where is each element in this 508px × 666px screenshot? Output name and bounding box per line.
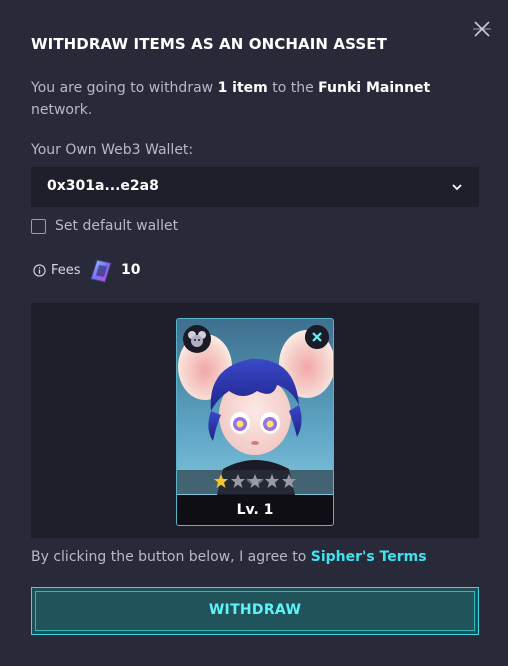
collection-badge-icon [183, 325, 211, 353]
withdraw-button-label: WITHDRAW [208, 602, 302, 618]
network-name: Funki Mainnet [318, 80, 431, 96]
token-icon [90, 259, 112, 283]
wallet-label: Your Own Web3 Wallet: [31, 142, 194, 158]
chevron-down-icon [452, 184, 462, 191]
item-level: Lv. 1 [177, 495, 333, 525]
default-wallet-label: Set default wallet [55, 218, 179, 234]
selected-items-panel: Lv. 1 [31, 303, 479, 538]
fee-amount: 10 [121, 262, 141, 278]
terms-link[interactable]: Sipher's Terms [311, 549, 427, 565]
wallet-dropdown[interactable]: 0x301a...e2a8 [31, 167, 479, 207]
wallet-address: 0x301a...e2a8 [47, 178, 159, 194]
remove-item-icon[interactable] [305, 325, 329, 349]
info-icon [33, 264, 46, 277]
modal-title: WITHDRAW ITEMS AS AN ONCHAIN ASSET [31, 35, 387, 53]
star-empty-icon [282, 474, 296, 488]
default-wallet-checkbox[interactable] [31, 219, 46, 234]
fees-label: Fees [51, 263, 81, 278]
item-count: 1 item [217, 80, 268, 96]
terms-text: By clicking the button below, I agree to… [31, 549, 427, 565]
withdraw-button[interactable]: WITHDRAW [31, 587, 479, 635]
close-icon[interactable] [470, 17, 494, 41]
star-empty-icon [231, 474, 245, 488]
withdraw-description: You are going to withdraw 1 item to the … [31, 80, 431, 118]
star-empty-icon [248, 474, 262, 488]
withdraw-modal: WITHDRAW ITEMS AS AN ONCHAIN ASSET You a… [0, 0, 508, 666]
star-empty-icon [265, 474, 279, 488]
star-rating [177, 470, 333, 494]
star-filled-icon [214, 474, 228, 488]
item-card[interactable]: Lv. 1 [176, 318, 334, 526]
